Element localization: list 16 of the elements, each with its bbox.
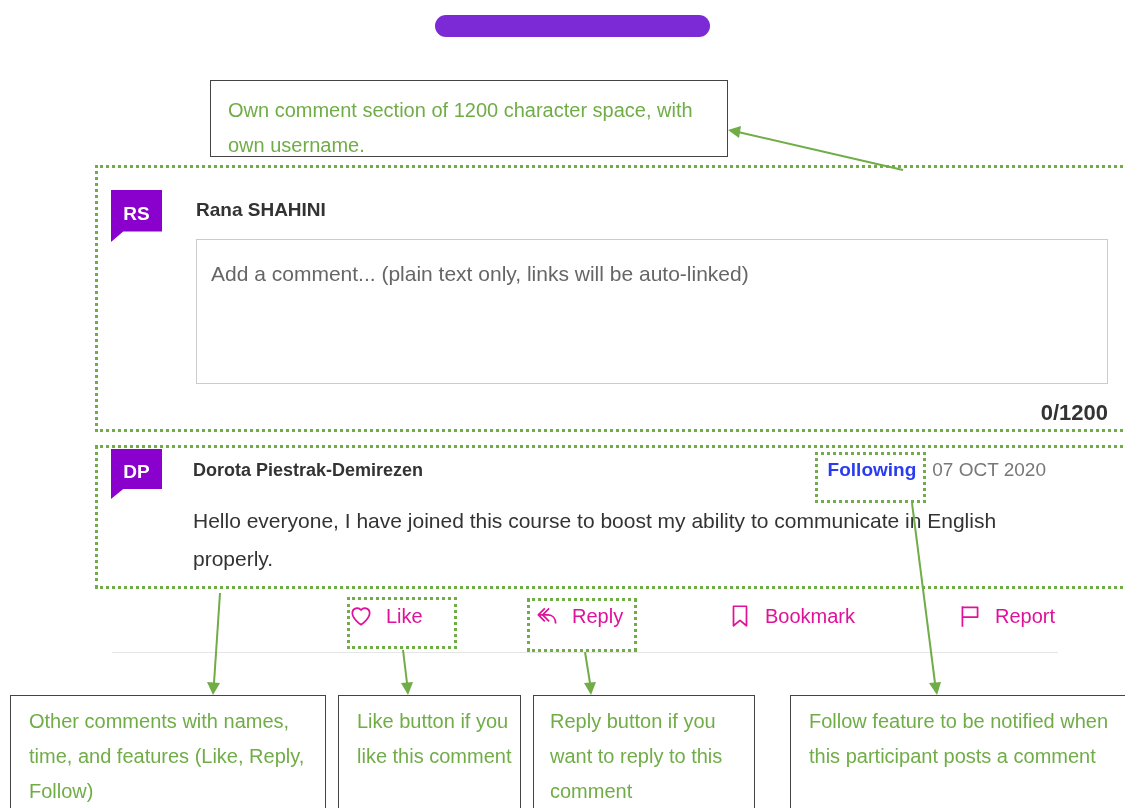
user-name: Rana SHAHINI bbox=[196, 198, 327, 222]
like-button[interactable]: Like bbox=[348, 601, 534, 631]
annotation-box: Own comment section of 1200 character space, with own username. bbox=[210, 80, 728, 157]
character-counter: 0/1200 bbox=[1040, 399, 1108, 427]
comment-date: 07 OCT 2020 bbox=[932, 457, 1046, 482]
annotation-box: Reply button if you want to reply to this comment bbox=[533, 695, 755, 808]
annotation-box: Follow feature to be notified when this participant posts a comment bbox=[790, 695, 1125, 808]
bookmark-button[interactable]: Bookmark bbox=[727, 601, 957, 631]
user-name: Dorota Piestrak-Demirezen bbox=[193, 458, 424, 482]
report-button[interactable]: Report bbox=[957, 601, 1077, 631]
annotation-box: Like button if you like this comment bbox=[338, 695, 521, 808]
reply-button[interactable]: Reply bbox=[534, 601, 727, 631]
avatar-badge: RS bbox=[111, 190, 162, 242]
comment-input-field[interactable]: Add a comment... (plain text only, links will be auto-linked) bbox=[196, 239, 1108, 384]
annotation-box: Other comments with names, time, and features (Like, Reply, Follow) bbox=[10, 695, 326, 808]
avatar-badge: DP bbox=[111, 449, 162, 499]
